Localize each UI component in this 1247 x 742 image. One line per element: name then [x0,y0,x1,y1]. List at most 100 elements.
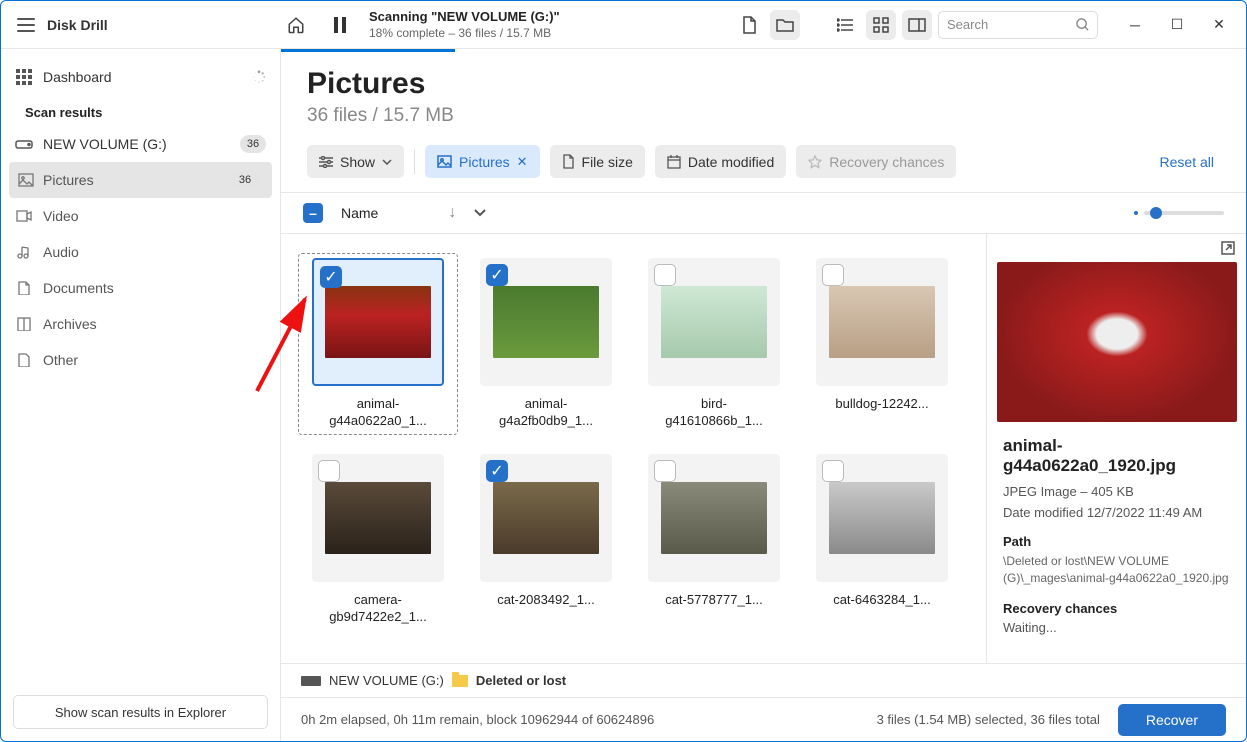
sidebar-item-pictures[interactable]: Pictures36 [9,162,272,198]
item-label: animal- g4a2fb0db9_1... [481,396,611,430]
file-item[interactable]: bird- g41610866b_1... [639,258,789,430]
sidebar-item-documents[interactable]: Documents [1,270,280,306]
item-checkbox[interactable] [318,460,340,482]
sidebar-item-video[interactable]: Video [1,198,280,234]
item-checkbox[interactable] [654,264,676,286]
titlebar: Disk Drill Scanning "NEW VOLUME (G:)" 18… [1,1,1246,49]
archives-icon [15,315,33,333]
show-in-explorer-button[interactable]: Show scan results in Explorer [13,695,268,729]
thumbnail [829,286,935,358]
sidebar: Dashboard Scan results NEW VOLUME (G:) 3… [1,49,281,741]
close-button[interactable]: ✕ [1200,9,1238,41]
list-view-icon[interactable] [830,10,860,40]
pictures-filter-chip[interactable]: Pictures ✕ [425,145,539,178]
dashboard-icon [15,68,33,86]
item-label: cat-2083492_1... [481,592,611,609]
file-item[interactable]: ✓ cat-2083492_1... [471,454,621,626]
breadcrumb-drive[interactable]: NEW VOLUME (G:) [329,673,444,688]
file-item[interactable]: cat-6463284_1... [807,454,957,626]
file-item[interactable]: ✓ animal- g4a2fb0db9_1... [471,258,621,430]
sidebar-volume-count: 36 [240,135,266,153]
scan-subtitle: 18% complete – 36 files / 15.7 MB [369,26,560,40]
detail-rc-value: Waiting... [1003,620,1230,635]
content: Pictures 36 files / 15.7 MB Show Picture… [281,49,1246,741]
item-checkbox[interactable]: ✓ [320,266,342,288]
reset-all-link[interactable]: Reset all [1160,154,1214,170]
drive-icon [301,676,321,686]
minimize-button[interactable]: ─ [1116,9,1154,41]
scan-info: Scanning "NEW VOLUME (G:)" 18% complete … [281,9,734,40]
item-checkbox[interactable]: ✓ [486,264,508,286]
select-all-checkbox[interactable]: – [303,203,323,223]
item-label: bird- g41610866b_1... [649,396,779,430]
sidebar-volume[interactable]: NEW VOLUME (G:) 36 [1,126,280,162]
thumbnail [325,482,431,554]
breadcrumb: NEW VOLUME (G:) Deleted or lost [281,663,1246,697]
detail-meta: JPEG Image – 405 KB [1003,484,1230,499]
pause-icon[interactable] [325,10,355,40]
recover-button[interactable]: Recover [1118,704,1226,736]
item-checkbox[interactable]: ✓ [486,460,508,482]
search-input[interactable]: Search [938,11,1098,39]
thumbnail [829,482,935,554]
item-label: cat-6463284_1... [817,592,947,609]
list-header: – Name ↓ [281,192,1246,234]
sidebar-volume-label: NEW VOLUME (G:) [43,136,167,152]
file-item[interactable]: bulldog-12242... [807,258,957,430]
sidebar-item-other[interactable]: Other [1,342,280,378]
column-name[interactable]: Name [341,205,378,221]
audio-icon [15,243,33,261]
file-item[interactable]: camera- gb9d7422e2_1... [303,454,453,626]
detail-path: \Deleted or lost\NEW VOLUME (G)\_mages\a… [1003,553,1230,587]
thumbnail [493,286,599,358]
item-label: animal- g44a0622a0_1... [313,396,443,430]
scan-title: Scanning "NEW VOLUME (G:)" [369,9,560,24]
app-title-area: Disk Drill [9,17,281,33]
sort-arrow-icon[interactable]: ↓ [448,204,456,222]
file-size-filter-button[interactable]: File size [550,145,645,178]
pictures-icon [17,171,35,189]
file-item[interactable]: ✓ animal- g44a0622a0_1... [303,258,453,430]
sidebar-item-audio[interactable]: Audio [1,234,280,270]
item-label: camera- gb9d7422e2_1... [313,592,443,626]
show-filter-button[interactable]: Show [307,145,404,178]
zoom-slider[interactable] [1134,211,1224,215]
expand-chevron-icon[interactable] [474,209,486,217]
popout-icon[interactable] [1220,240,1236,256]
file-grid[interactable]: ✓ animal- g44a0622a0_1... ✓ animal- g4a2fb0… [281,234,986,663]
loading-icon [252,70,266,84]
page-subtitle: 36 files / 15.7 MB [307,105,1220,127]
item-checkbox[interactable] [822,460,844,482]
star-icon [808,155,822,169]
title-tools: Search ─ ☐ ✕ [734,9,1238,41]
status-right: 3 files (1.54 MB) selected, 36 files tot… [877,712,1100,727]
panel-view-icon[interactable] [902,10,932,40]
image-icon [437,155,452,168]
remove-filter-icon[interactable]: ✕ [517,154,528,170]
menu-icon[interactable] [17,18,35,32]
item-checkbox[interactable] [822,264,844,286]
item-checkbox[interactable] [654,460,676,482]
sidebar-section-header: Scan results [1,95,280,126]
file-icon [562,154,575,169]
home-icon[interactable] [281,10,311,40]
grid-view-icon[interactable] [866,10,896,40]
other-icon [15,351,33,369]
folder-icon[interactable] [770,10,800,40]
item-label: bulldog-12242... [817,396,947,413]
maximize-button[interactable]: ☐ [1158,9,1196,41]
breadcrumb-folder[interactable]: Deleted or lost [476,673,566,688]
search-icon [1076,18,1089,31]
search-placeholder: Search [947,17,988,32]
sidebar-dashboard[interactable]: Dashboard [1,59,280,95]
filter-icon [319,156,333,168]
recovery-chances-filter-button[interactable]: Recovery chances [796,145,956,178]
status-left: 0h 2m elapsed, 0h 11m remain, block 1096… [301,712,654,727]
file-icon[interactable] [734,10,764,40]
sidebar-item-archives[interactable]: Archives [1,306,280,342]
calendar-icon [667,155,681,169]
date-modified-filter-button[interactable]: Date modified [655,145,786,178]
detail-filename: animal-g44a0622a0_1920.jpg [1003,436,1230,476]
file-item[interactable]: cat-5778777_1... [639,454,789,626]
detail-rc-label: Recovery chances [1003,601,1230,616]
